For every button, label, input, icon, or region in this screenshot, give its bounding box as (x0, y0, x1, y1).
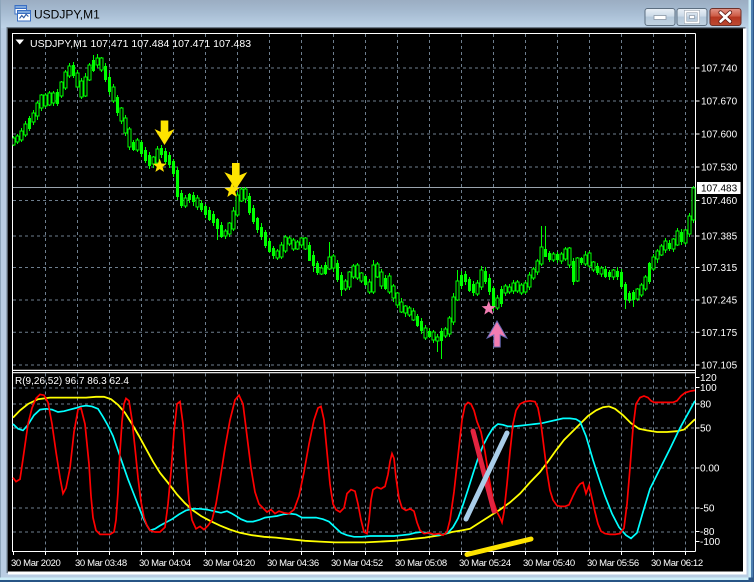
svg-text:-100: -100 (700, 537, 720, 548)
svg-text:30 Mar 04:04: 30 Mar 04:04 (139, 558, 191, 569)
svg-text:107.460: 107.460 (701, 196, 738, 207)
svg-text:107.315: 107.315 (701, 263, 738, 274)
svg-text:30 Mar 06:12: 30 Mar 06:12 (651, 558, 703, 569)
svg-text:107.740: 107.740 (701, 64, 738, 75)
svg-text:107.175: 107.175 (701, 328, 738, 339)
svg-text:30 Mar 05:24: 30 Mar 05:24 (459, 558, 511, 569)
svg-text:30 Mar 04:52: 30 Mar 04:52 (331, 558, 383, 569)
svg-text:107.245: 107.245 (701, 296, 738, 307)
svg-text:107.483: 107.483 (701, 184, 738, 195)
svg-text:0.00: 0.00 (700, 464, 720, 475)
svg-text:30 Mar 05:40: 30 Mar 05:40 (523, 558, 575, 569)
svg-text:-50: -50 (700, 504, 715, 515)
svg-text:107.670: 107.670 (701, 97, 738, 108)
svg-text:100: 100 (700, 383, 717, 394)
svg-text:107.385: 107.385 (701, 232, 738, 243)
svg-text:30 Mar 2020: 30 Mar 2020 (11, 558, 61, 569)
svg-text:107.600: 107.600 (701, 130, 738, 141)
svg-text:USDJPY,M1: USDJPY,M1 (34, 8, 100, 22)
svg-text:80: 80 (700, 400, 712, 411)
svg-text:USDJPY,M1 107.471 107.484 107: USDJPY,M1 107.471 107.484 107.471 107.48… (30, 38, 251, 50)
svg-text:30 Mar 04:36: 30 Mar 04:36 (267, 558, 319, 569)
svg-text:30 Mar 05:08: 30 Mar 05:08 (395, 558, 447, 569)
svg-text:30 Mar 05:56: 30 Mar 05:56 (587, 558, 639, 569)
svg-text:50: 50 (700, 424, 712, 435)
svg-text:107.105: 107.105 (701, 361, 738, 372)
svg-text:30 Mar 03:48: 30 Mar 03:48 (75, 558, 127, 569)
svg-text:107.530: 107.530 (701, 163, 738, 174)
svg-text:30 Mar 04:20: 30 Mar 04:20 (203, 558, 255, 569)
svg-text:R(9,26,52) 96.7 86.3 62.4: R(9,26,52) 96.7 86.3 62.4 (15, 376, 129, 387)
